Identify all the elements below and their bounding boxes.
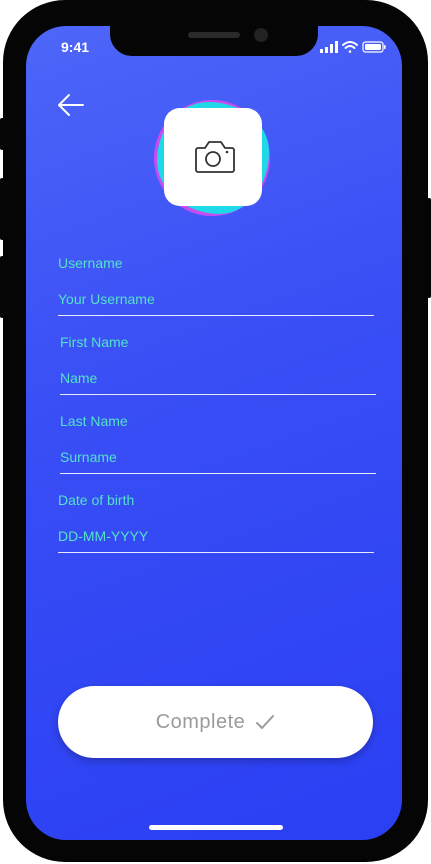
mute-switch [0,118,4,150]
wifi-icon [342,41,358,53]
front-camera [254,28,268,42]
back-button[interactable] [56,92,86,118]
home-indicator [149,825,283,830]
battery-icon [362,41,386,53]
username-underline [58,315,374,316]
earpiece-speaker [188,32,240,38]
username-label: Username [58,255,123,271]
volume-up-button [0,178,4,240]
volume-down-button [0,256,4,318]
username-input[interactable] [58,289,374,309]
last-name-underline [60,473,376,474]
first-name-label: First Name [60,334,129,350]
add-photo-button[interactable] [164,108,262,206]
status-time: 9:41 [61,39,90,55]
power-button [427,198,431,298]
camera-icon [195,141,235,173]
complete-button[interactable]: Complete [58,686,373,758]
last-name-label: Last Name [60,413,128,429]
last-name-input[interactable] [60,447,376,467]
first-name-underline [60,394,376,395]
date-of-birth-underline [58,552,374,553]
date-of-birth-label: Date of birth [58,492,135,508]
notch [110,26,318,56]
back-arrow-icon [58,94,84,116]
date-of-birth-input[interactable] [58,526,374,546]
first-name-input[interactable] [60,368,376,388]
checkmark-icon [256,715,275,729]
complete-button-label: Complete [155,710,246,733]
status-icons [320,41,386,53]
signal-icon [320,41,338,53]
